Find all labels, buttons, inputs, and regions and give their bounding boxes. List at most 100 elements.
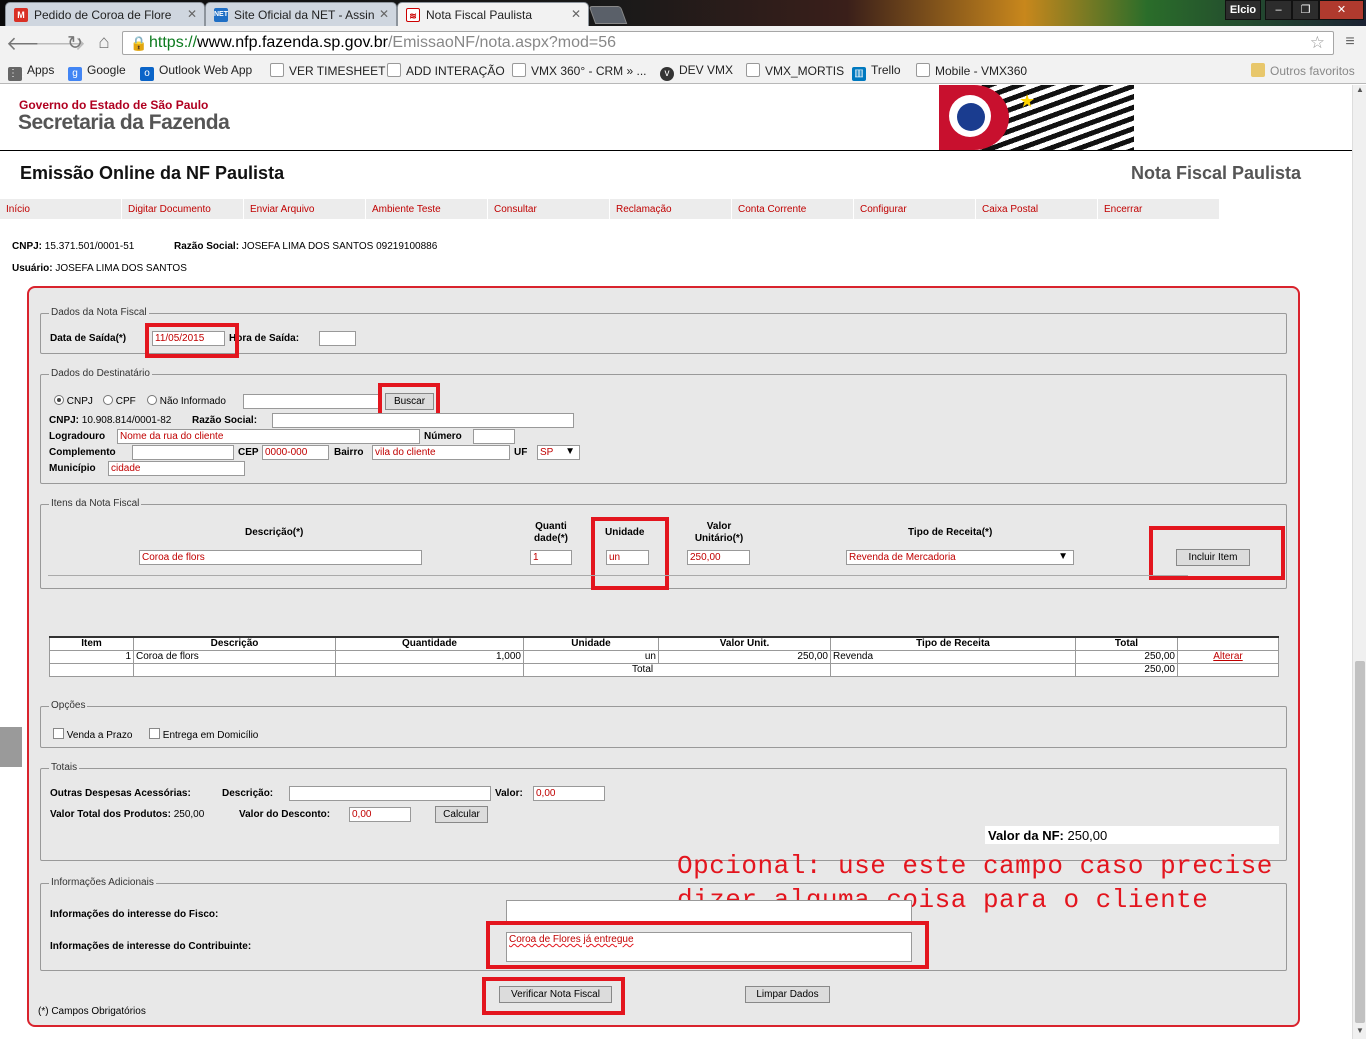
home-icon[interactable]: ⌂ <box>93 32 115 54</box>
complemento-input[interactable] <box>132 445 234 460</box>
radio-cnpj[interactable]: CNPJ <box>54 395 93 407</box>
col-tipo-receita: Tipo de Receita <box>830 636 1076 651</box>
cnpj-info: CNPJ: 15.371.501/0001-51 <box>12 241 135 252</box>
tab-gmail[interactable]: M Pedido de Coroa de Flore ✕ <box>5 2 205 26</box>
cep-input[interactable]: 0000-000 <box>262 445 329 460</box>
table-row: 1 Coroa de flors 1,000 un 250,00 Revenda… <box>49 649 1279 664</box>
menu-conta-corrente[interactable]: Conta Corrente <box>732 199 853 219</box>
back-icon[interactable]: 🡐 <box>6 32 57 56</box>
menu-icon[interactable]: ≡ <box>1341 33 1359 51</box>
profile-button[interactable]: Elcio <box>1225 0 1261 20</box>
bookmark-timesheet[interactable]: VER TIMESHEET <box>270 63 385 78</box>
bookmark-mobile-vmx360[interactable]: Mobile - VMX360 <box>916 63 1027 78</box>
radio-icon <box>54 395 64 405</box>
nfp-icon: ≋ <box>406 8 420 22</box>
scroll-up-icon[interactable]: ▲ <box>1354 85 1366 94</box>
bookmark-google[interactable]: g Google <box>68 63 126 81</box>
bookmark-apps[interactable]: ⋮⋮Apps <box>8 63 54 81</box>
radio-cpf[interactable]: CPF <box>103 395 136 407</box>
bookmark-star-icon[interactable]: ☆ <box>1310 33 1325 53</box>
bookmark-add-interacao[interactable]: ADD INTERAÇÃO <box>387 63 505 78</box>
descricao-input[interactable]: Coroa de flors <box>139 550 422 565</box>
side-feedback-tab[interactable] <box>0 727 22 767</box>
menu-inicio[interactable]: Início <box>0 199 121 219</box>
menu-caixa-postal[interactable]: Caixa Postal <box>976 199 1097 219</box>
highlight-verificar <box>482 977 625 1015</box>
razao-social-label: Razão Social: <box>192 415 258 426</box>
razao-social-input[interactable] <box>272 413 574 428</box>
sp-flag-logo: ★ <box>939 85 1134 150</box>
entrega-domicilio-checkbox[interactable]: Entrega em Domicílio <box>149 728 258 741</box>
bookmark-trello[interactable]: ▥ Trello <box>852 63 901 81</box>
menu-enviar-arquivo[interactable]: Enviar Arquivo <box>244 199 365 219</box>
menu-ambiente-teste[interactable]: Ambiente Teste <box>366 199 487 219</box>
minimize-button[interactable]: ‒ <box>1265 0 1292 20</box>
bookmark-dev-vmx[interactable]: v DEV VMX <box>660 63 733 81</box>
dropdown-arrow-icon: ▼ <box>1058 551 1068 562</box>
col-quantidade: Quantidade <box>335 636 524 651</box>
desc-despesa-label: Descrição: <box>222 788 274 799</box>
menu-encerrar[interactable]: Encerrar <box>1098 199 1219 219</box>
reload-icon[interactable]: ↻ <box>64 32 86 55</box>
venda-prazo-checkbox[interactable]: Venda a Prazo <box>53 728 132 741</box>
alterar-link[interactable]: Alterar <box>1177 649 1279 664</box>
dest-cnpj: CNPJ: 10.908.814/0001-82 <box>49 415 172 426</box>
busca-documento-input[interactable] <box>243 394 380 409</box>
hora-saida-input[interactable] <box>319 331 356 346</box>
fisco-label: Informações do interesse do Fisco: <box>50 909 219 920</box>
quantidade-input[interactable]: 1 <box>530 550 572 565</box>
bookmark-vmx-mortis[interactable]: VMX_MORTIS <box>746 63 844 78</box>
valor-nf: Valor da NF: 250,00 <box>985 826 1279 844</box>
other-bookmarks[interactable]: Outros favoritos <box>1251 63 1355 78</box>
limpar-dados-button[interactable]: Limpar Dados <box>745 986 830 1003</box>
uf-select[interactable]: SP ▼ <box>537 445 580 460</box>
col-item: Item <box>49 636 134 651</box>
close-tab-icon[interactable]: ✕ <box>379 7 389 21</box>
valor-despesa-input[interactable]: 0,00 <box>533 786 605 801</box>
close-tab-icon[interactable]: ✕ <box>187 7 197 21</box>
forward-icon[interactable]: 🡒 <box>35 32 86 56</box>
scrollbar-thumb[interactable] <box>1355 661 1365 1023</box>
contribuinte-label: Informações de interesse do Contribuinte… <box>50 941 252 952</box>
menu-reclamacao[interactable]: Reclamação <box>610 199 731 219</box>
checkbox-icon <box>53 728 64 739</box>
lock-icon: 🔒 <box>130 35 148 51</box>
address-bar[interactable]: 🔒 https://www.nfp.fazenda.sp.gov.br/Emis… <box>122 31 1334 55</box>
menu-configurar[interactable]: Configurar <box>854 199 975 219</box>
bookmark-vmx-crm[interactable]: VMX 360° - CRM » ... <box>512 63 647 78</box>
tab-net[interactable]: NET Site Oficial da NET - Assin ✕ <box>205 2 397 26</box>
tipo-receita-select[interactable]: Revenda de Mercadoria ▼ <box>846 550 1074 565</box>
bairro-input[interactable]: vila do cliente <box>372 445 510 460</box>
close-tab-icon[interactable]: ✕ <box>571 7 581 21</box>
page-icon <box>916 63 930 77</box>
close-window-button[interactable]: ✕ <box>1319 0 1364 20</box>
bookmark-outlook[interactable]: o Outlook Web App <box>140 63 252 81</box>
menu-digitar-documento[interactable]: Digitar Documento <box>122 199 243 219</box>
page-icon <box>746 63 760 77</box>
new-tab-button[interactable] <box>588 6 628 24</box>
table-header-row: Item Descrição Quantidade Unidade Valor … <box>49 636 1279 651</box>
page-icon <box>387 63 401 77</box>
cell-total: 250,00 <box>1075 649 1178 664</box>
menu-consultar[interactable]: Consultar <box>488 199 609 219</box>
tab-nota-fiscal[interactable]: ≋ Nota Fiscal Paulista ✕ <box>397 2 589 26</box>
page-icon <box>512 63 526 77</box>
logradouro-input[interactable]: Nome da rua do cliente <box>117 429 420 444</box>
col-total: Total <box>1075 636 1178 651</box>
calcular-button[interactable]: Calcular <box>435 806 488 823</box>
scroll-down-icon[interactable]: ▼ <box>1354 1026 1366 1035</box>
municipio-input[interactable]: cidade <box>108 461 245 476</box>
valor-unitario-input[interactable]: 250,00 <box>687 550 750 565</box>
highlight-data-saida <box>145 323 239 358</box>
page-scrollbar[interactable]: ▲ ▼ <box>1352 85 1366 1039</box>
restore-button[interactable]: ❐ <box>1292 0 1319 20</box>
campos-obrigatorios-note: (*) Campos Obrigatórios <box>38 1006 146 1017</box>
desc-despesa-input[interactable] <box>289 786 491 801</box>
desconto-input[interactable]: 0,00 <box>349 807 411 822</box>
highlight-unidade <box>591 517 669 590</box>
total-value: 250,00 <box>1075 662 1178 677</box>
numero-input[interactable] <box>473 429 515 444</box>
radio-nao-informado[interactable]: Não Informado <box>147 395 226 407</box>
cell-valor-unit: 250,00 <box>658 649 831 664</box>
cell-quantidade: 1,000 <box>335 649 524 664</box>
